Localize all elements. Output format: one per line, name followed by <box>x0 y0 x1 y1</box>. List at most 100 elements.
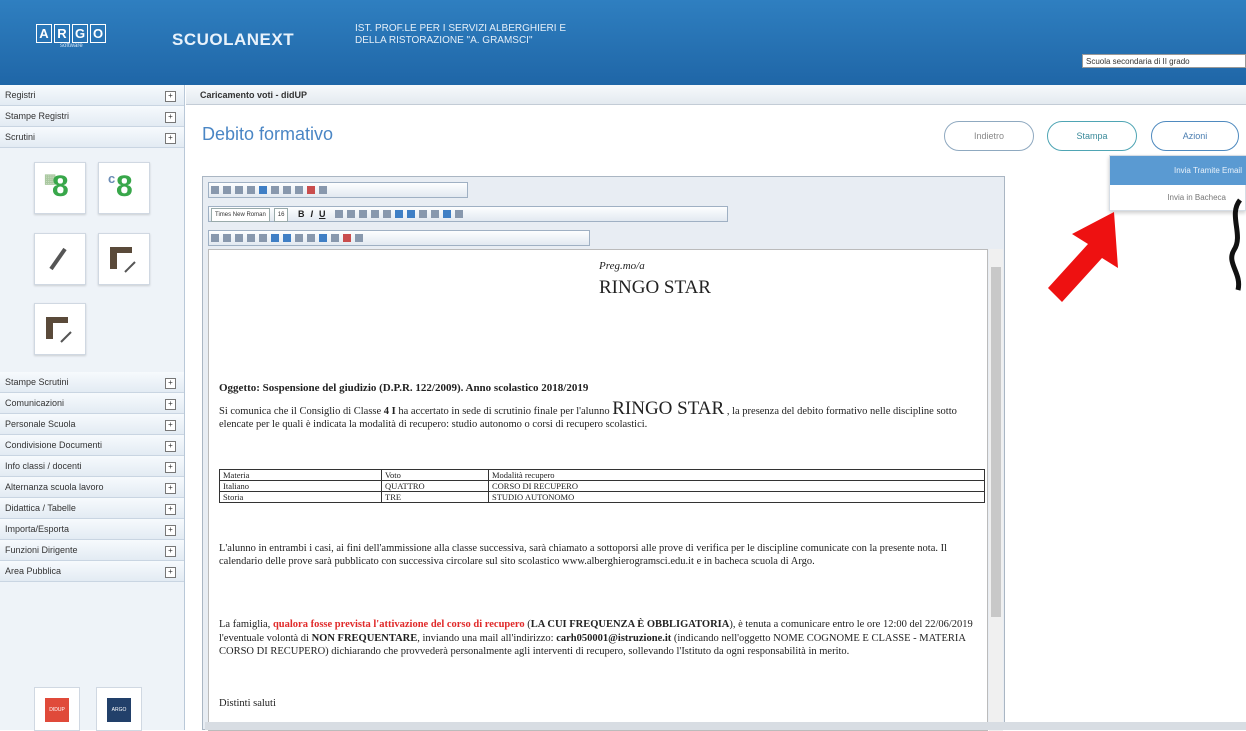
expand-icon[interactable]: + <box>165 462 176 473</box>
pilcrow-icon[interactable] <box>295 186 303 194</box>
scrollbar-thumb[interactable] <box>991 267 1001 617</box>
grade-8-icon: 8 <box>52 170 69 203</box>
table-cell-icon[interactable] <box>235 234 243 242</box>
font-size-select[interactable]: 16 <box>273 208 289 222</box>
menu-item-send-email[interactable]: Invia Tramite Email <box>1110 156 1246 185</box>
highlight-icon[interactable] <box>454 210 463 218</box>
table-cell: CORSO DI RECUPERO <box>488 480 985 492</box>
emoticon-icon[interactable] <box>331 234 339 242</box>
class-name: 4 I <box>383 406 396 417</box>
document-body[interactable]: Preg.mo/a RINGO STAR Oggetto: Sospension… <box>208 249 988 731</box>
toolbar-row-2: Times New Roman 16 BIU <box>208 206 728 222</box>
expand-icon[interactable]: + <box>165 378 176 389</box>
find-icon[interactable] <box>223 186 231 194</box>
expand-icon[interactable]: + <box>165 504 176 515</box>
split-icon[interactable] <box>259 234 267 242</box>
undo-icon[interactable] <box>235 186 243 194</box>
recipient-name: RINGO STAR <box>599 277 711 298</box>
numbered-list-icon[interactable] <box>406 210 415 218</box>
underline-icon[interactable]: U <box>319 207 326 221</box>
table-row-icon[interactable] <box>211 234 219 242</box>
sidebar-item-scrutini[interactable]: Scrutini + <box>0 127 184 148</box>
expand-icon[interactable]: + <box>165 420 176 431</box>
sidebar-item-label: Comunicazioni <box>5 398 65 408</box>
paste-icon[interactable] <box>307 234 315 242</box>
voti-proposti-tile[interactable]: ▦ 8 <box>34 162 86 214</box>
text-run: ha accertato in sede di scrutinio finale… <box>395 406 613 417</box>
sidebar-item-condivisione-documenti[interactable]: Condivisione Documenti + <box>0 435 184 456</box>
save-icon[interactable] <box>211 186 219 194</box>
voti-finali-tile[interactable]: c 8 <box>98 162 150 214</box>
argo-app-button[interactable]: ARGO <box>96 687 142 731</box>
expand-icon[interactable]: + <box>165 112 176 123</box>
text-color-icon[interactable] <box>442 210 451 218</box>
expand-icon[interactable]: + <box>165 567 176 578</box>
logo-letter: G <box>72 24 88 43</box>
align-center-icon[interactable] <box>358 210 367 218</box>
horizontal-scrollbar[interactable] <box>205 722 1246 730</box>
italic-icon[interactable]: I <box>310 207 313 221</box>
back-button[interactable]: Indietro <box>944 121 1034 151</box>
expand-icon[interactable]: + <box>165 133 176 144</box>
sidebar-item-personale-scuola[interactable]: Personale Scuola + <box>0 414 184 435</box>
sidebar-item-info-classi[interactable]: Info classi / docenti + <box>0 456 184 477</box>
sidebar-item-stampe-scrutini[interactable]: Stampe Scrutini + <box>0 372 184 393</box>
debts-table: Materia Voto Modalità recupero Italiano QUA… <box>219 469 985 503</box>
sidebar-item-registri[interactable]: Registri + <box>0 85 184 106</box>
table-icon[interactable] <box>271 234 279 242</box>
clear-format-icon[interactable] <box>343 234 351 242</box>
sidebar-item-comunicazioni[interactable]: Comunicazioni + <box>0 393 184 414</box>
paste-word-icon[interactable] <box>319 234 327 242</box>
expand-icon[interactable]: + <box>165 483 176 494</box>
breadcrumb: Caricamento voti - didUP <box>186 85 1246 105</box>
actions-button[interactable]: Azioni <box>1151 121 1239 151</box>
redo-icon[interactable] <box>247 186 255 194</box>
sidebar-item-alternanza[interactable]: Alternanza scuola lavoro + <box>0 477 184 498</box>
print-icon[interactable] <box>259 186 267 194</box>
certificazioni-tile[interactable] <box>34 303 86 355</box>
expand-icon[interactable]: + <box>165 525 176 536</box>
sidebar-item-funzioni-dirigente[interactable]: Funzioni Dirigente + <box>0 540 184 561</box>
logo-letter: R <box>54 24 70 43</box>
text-run: La famiglia, <box>219 619 273 630</box>
didup-app-button[interactable]: DIDUP <box>34 687 80 731</box>
expand-icon[interactable]: + <box>165 546 176 557</box>
print-button[interactable]: Stampa <box>1047 121 1137 151</box>
bold-icon[interactable]: B <box>298 207 305 221</box>
bullet-list-icon[interactable] <box>394 210 403 218</box>
justify-icon[interactable] <box>382 210 391 218</box>
comunicazioni-tile[interactable] <box>98 233 150 285</box>
align-right-icon[interactable] <box>370 210 379 218</box>
paragraph-verifica: L'alunno in entrambi i casi, ai fini del… <box>219 543 948 567</box>
link-icon[interactable] <box>283 186 291 194</box>
image-icon[interactable] <box>283 234 291 242</box>
expand-icon[interactable]: + <box>165 91 176 102</box>
anchor-icon[interactable] <box>295 234 303 242</box>
source-icon[interactable] <box>319 186 327 194</box>
sidebar-item-label: Area Pubblica <box>5 566 62 576</box>
table-header-row: Materia Voto Modalità recupero <box>219 469 985 481</box>
expand-icon[interactable]: + <box>165 399 176 410</box>
table-col-icon[interactable] <box>223 234 231 242</box>
toolbar-row-1 <box>208 182 468 198</box>
argo-logo[interactable]: A R G O <box>36 24 106 43</box>
merge-icon[interactable] <box>247 234 255 242</box>
align-left-icon[interactable] <box>346 210 355 218</box>
sidebar-item-didattica[interactable]: Didattica / Tabelle + <box>0 498 184 519</box>
giudizi-tile[interactable] <box>34 233 86 285</box>
outdent-icon[interactable] <box>418 210 427 218</box>
document-scrollbar[interactable] <box>989 249 1003 731</box>
school-type-select[interactable]: Scuola secondaria di II grado <box>1082 54 1246 68</box>
hr-icon[interactable] <box>271 186 279 194</box>
strike-icon[interactable] <box>334 210 343 218</box>
sidebar-item-label: Importa/Esporta <box>5 524 70 534</box>
sidebar-item-importa-esporta[interactable]: Importa/Esporta + <box>0 519 184 540</box>
table-cell: TRE <box>381 491 489 503</box>
font-family-select[interactable]: Times New Roman <box>211 208 270 222</box>
sidebar-item-area-pubblica[interactable]: Area Pubblica + <box>0 561 184 582</box>
spellcheck-icon[interactable] <box>307 186 315 194</box>
sidebar-item-stampe-registri[interactable]: Stampe Registri + <box>0 106 184 127</box>
fullscreen-icon[interactable] <box>355 234 363 242</box>
expand-icon[interactable]: + <box>165 441 176 452</box>
indent-icon[interactable] <box>430 210 439 218</box>
